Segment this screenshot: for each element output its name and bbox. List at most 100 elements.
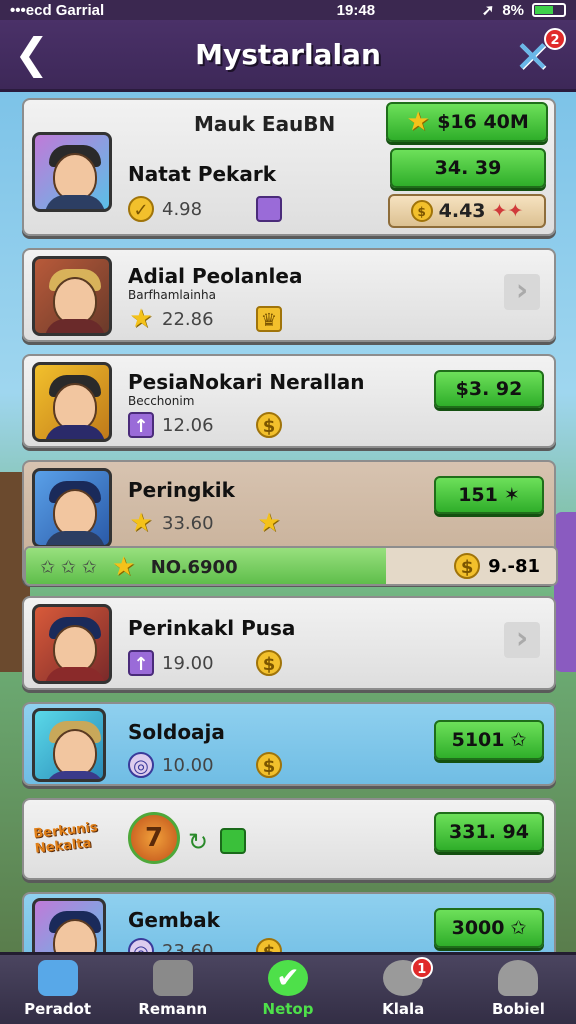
coin-icon: $: [256, 752, 282, 778]
house-icon: [152, 960, 193, 996]
player-name: Perinkakl Pusa: [128, 616, 296, 640]
battery-fill: [535, 6, 553, 14]
coin-icon: $: [454, 553, 481, 579]
price-button[interactable]: ★ $16 40M: [386, 102, 548, 142]
buy-label: $3. 92: [455, 378, 523, 400]
stat-row: ✓ 4.98: [128, 196, 282, 222]
tools-button[interactable]: ✕ 2: [514, 28, 566, 80]
list-item[interactable]: Adial Peolanlea Barfhamlainha ★ 22.86 ♛ …: [22, 248, 556, 342]
stat-value: 12.06: [162, 414, 214, 436]
header-bar: ❮ Mystarlalan ✕ 2: [0, 20, 576, 92]
player-name: Natat Pekark: [128, 162, 276, 186]
stat-row: ↑ 12.06 $: [128, 412, 282, 438]
avatar: [32, 708, 106, 782]
buy-button[interactable]: $3. 92: [434, 370, 544, 408]
nav-label: Peradot: [24, 1000, 92, 1018]
nav-item-netop[interactable]: ✔ Netop: [230, 955, 345, 1024]
stat-value: 19.00: [162, 652, 214, 674]
stat-row: ★ 22.86 ♛: [128, 306, 282, 332]
nav-item-klala[interactable]: 1 Klala: [346, 955, 461, 1024]
list-item[interactable]: Berkunis Nekalta 7 ↻ 331. 94: [22, 798, 556, 880]
buy-button[interactable]: 331. 94: [434, 812, 544, 852]
value-button[interactable]: 34. 39: [390, 148, 546, 188]
location-icon: ➚: [481, 2, 495, 19]
star-icon: ★: [129, 508, 153, 538]
player-name: Peringkik: [128, 478, 235, 502]
status-right: ➚ 8%: [482, 1, 566, 19]
stat-value: 22.86: [162, 308, 214, 330]
reward-label: 4.43: [438, 200, 486, 222]
avatar: [32, 362, 112, 442]
nav-badge: 1: [410, 957, 433, 979]
sparkle-icon: ✶: [503, 484, 520, 506]
battery-percent: 8%: [502, 1, 524, 19]
player-name: Gembak: [128, 908, 220, 932]
stat-value: 4.98: [162, 198, 203, 220]
coin-icon: $: [256, 650, 282, 676]
refresh-icon: ↻: [188, 828, 209, 856]
tools-badge: 2: [544, 28, 566, 50]
player-subtitle: Becchonim: [128, 394, 195, 408]
progress-bar: ✩ ✩ ✩ ★ NO.6900 $ 9.-81: [24, 546, 558, 586]
profile-icon: [498, 960, 539, 996]
nav-label: Bobiel: [491, 1000, 545, 1018]
player-subtitle: Barfhamlainha: [128, 288, 216, 302]
status-bar: •••ecd Garrial 19:48 ➚ 8%: [0, 0, 576, 20]
list-item[interactable]: Perinkakl Pusa ↑ 19.00 $ ›: [22, 596, 556, 690]
tree-right: [554, 512, 576, 672]
stat-row: ★ 33.60 ★: [128, 510, 282, 536]
buy-label: 331. 94: [449, 821, 529, 843]
buy-label: 3000: [451, 917, 505, 939]
avatar: [32, 468, 112, 548]
star-outline-icon: ✩: [510, 729, 527, 751]
star-icon: ★: [406, 107, 430, 137]
price-label: $16 40M: [437, 111, 529, 133]
stat-value: 33.60: [162, 512, 214, 534]
multiplier-icon: ✦✦: [491, 200, 524, 222]
check-box-icon: [220, 828, 246, 854]
nav-item-remann[interactable]: Remann: [115, 955, 230, 1024]
progress-label: NO.6900: [150, 556, 238, 578]
buy-button[interactable]: 3000 ✩: [434, 908, 544, 948]
list-item[interactable]: PesiaNokari Nerallan Becchonim ↑ 12.06 $…: [22, 354, 556, 448]
nav-item-bobiel[interactable]: Bobiel: [461, 955, 576, 1024]
boost-icon: ↑: [128, 412, 154, 438]
progress-value: 9.-81: [488, 555, 540, 577]
reward-button[interactable]: $ 4.43 ✦✦: [388, 194, 546, 228]
back-button[interactable]: ❮: [14, 33, 50, 78]
coin-icon: $: [410, 200, 433, 222]
star-icon: ★: [129, 304, 153, 334]
player-list: Mauk EauBN Natat Pekark ✓ 4.98 ★ $16 40M…: [22, 98, 558, 988]
buy-button[interactable]: 151 ✶: [434, 476, 544, 514]
list-item[interactable]: Soldoaja ◎ 10.00 $ 5101 ✩: [22, 702, 556, 786]
medal-icon: 7: [128, 812, 180, 864]
crown-icon: ♛: [256, 306, 282, 332]
clock: 19:48: [336, 1, 376, 19]
boost-icon: ↑: [128, 650, 154, 676]
swirl-icon: ◎: [128, 752, 154, 778]
star-icon: ★: [112, 552, 136, 582]
bottom-nav: Peradot Remann ✔ Netop 1 Klala Bobiel: [0, 952, 576, 1024]
stat-row: ↑ 19.00 $: [128, 650, 282, 676]
value-label: 34. 39: [434, 157, 502, 179]
stat-row: ◎ 10.00 $: [128, 752, 282, 778]
page-title: Mystarlalan: [195, 38, 381, 71]
star-icon: ★: [257, 508, 281, 538]
featured-card[interactable]: Mauk EauBN Natat Pekark ✓ 4.98 ★ $16 40M…: [22, 98, 556, 236]
nav-label: Klala: [382, 1000, 425, 1018]
nav-item-peradot[interactable]: Peradot: [0, 955, 115, 1024]
chevron-right-button[interactable]: ›: [504, 274, 540, 310]
buy-button[interactable]: 5101 ✩: [434, 720, 544, 760]
progress-content: ✩ ✩ ✩ ★ NO.6900: [40, 554, 238, 580]
coin-icon: $: [256, 412, 282, 438]
list-item[interactable]: Peringkik ★ 33.60 ★ 151 ✶ ✩ ✩ ✩ ★ NO.690…: [22, 460, 558, 586]
brand-logo: Berkunis Nekalta: [32, 820, 99, 857]
carrier-label: •••ecd Garrial: [10, 1, 105, 19]
back-icon: ❮: [14, 29, 50, 78]
avatar: [32, 604, 112, 684]
featured-heading: Mauk EauBN: [194, 112, 336, 136]
home-icon: [37, 960, 78, 996]
rating-stars-icon: ✩ ✩ ✩: [40, 556, 97, 578]
chevron-right-button[interactable]: ›: [504, 622, 540, 658]
nav-label: Netop: [262, 1000, 314, 1018]
